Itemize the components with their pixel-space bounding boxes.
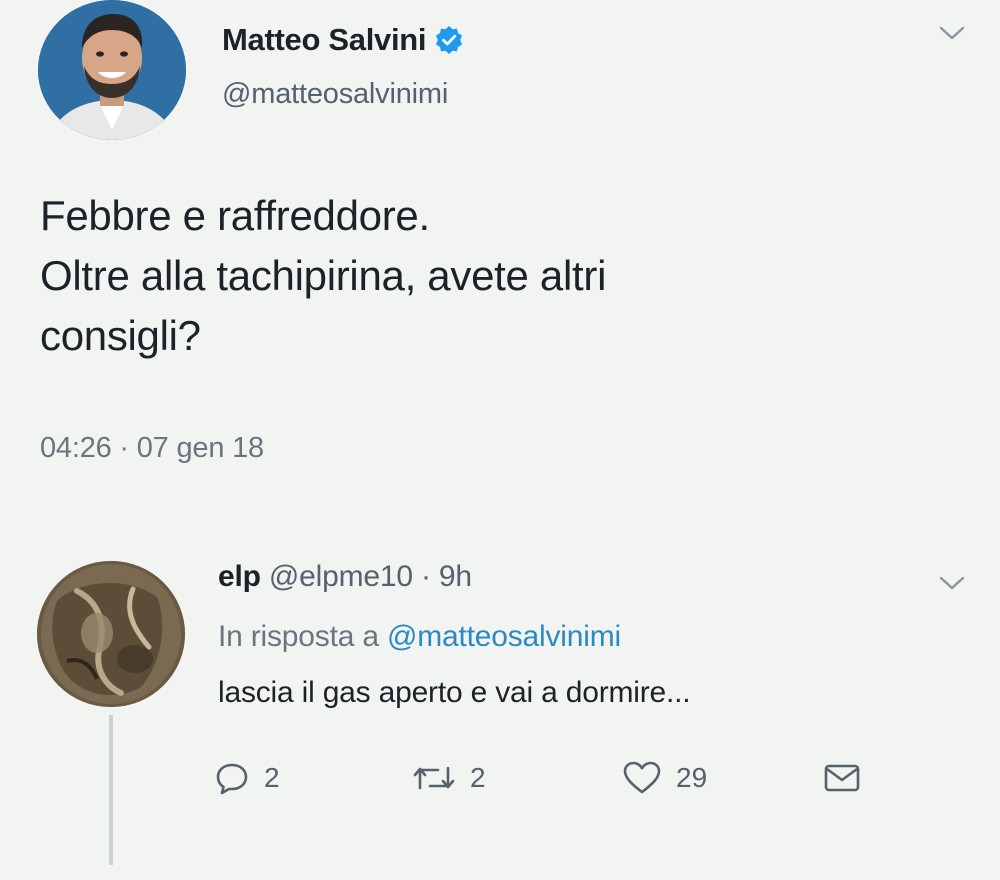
chevron-down-icon[interactable]	[938, 574, 966, 592]
like-button[interactable]: 29	[622, 748, 707, 808]
chevron-down-icon[interactable]	[938, 24, 966, 42]
tweet-text-line: consigli?	[40, 312, 201, 359]
envelope-icon	[822, 761, 862, 795]
heart-icon	[622, 760, 662, 796]
author-name-row: Matteo Salvini	[222, 20, 464, 60]
in-reply-to-label: In risposta a	[218, 620, 379, 653]
verified-badge-icon	[434, 25, 464, 55]
reply-button[interactable]: 2	[214, 748, 280, 808]
main-tweet: Matteo Salvini @matteosalvinimi Febbre e…	[0, 0, 1000, 500]
retweet-icon	[412, 760, 456, 796]
action-bar: 2 2 29	[0, 748, 1000, 808]
like-count: 29	[676, 762, 708, 793]
display-name[interactable]: Matteo Salvini	[222, 22, 427, 58]
avatar[interactable]	[38, 0, 186, 140]
tweet-timestamp[interactable]: 04:26 · 07 gen 18	[40, 432, 264, 465]
reply-age[interactable]: 9h	[439, 560, 472, 593]
tweet-text-line: Oltre alla tachipirina, avete altri	[40, 252, 607, 299]
reply-avatar[interactable]	[37, 561, 185, 707]
reply-header: elp @elpme10 · 9h	[218, 560, 472, 594]
meta-separator: ·	[412, 560, 439, 593]
reply-count: 2	[264, 762, 280, 793]
tweet-text: Febbre e raffreddore. Oltre alla tachipi…	[40, 186, 940, 366]
speech-bubble-icon	[214, 760, 250, 796]
direct-message-button[interactable]	[822, 748, 862, 808]
in-reply-to-mention[interactable]: @matteosalvinimi	[387, 620, 621, 653]
author-handle[interactable]: @matteosalvinimi	[222, 78, 448, 111]
retweet-count: 2	[470, 762, 486, 793]
retweet-button[interactable]: 2	[412, 748, 486, 808]
in-reply-to: In risposta a @matteosalvinimi	[218, 620, 621, 654]
reply-handle[interactable]: @elpme10	[269, 560, 413, 593]
reply-display-name[interactable]: elp	[218, 560, 261, 593]
reply-text: lascia il gas aperto e vai a dormire...	[218, 676, 691, 709]
tweet-text-line: Febbre e raffreddore.	[40, 192, 430, 239]
